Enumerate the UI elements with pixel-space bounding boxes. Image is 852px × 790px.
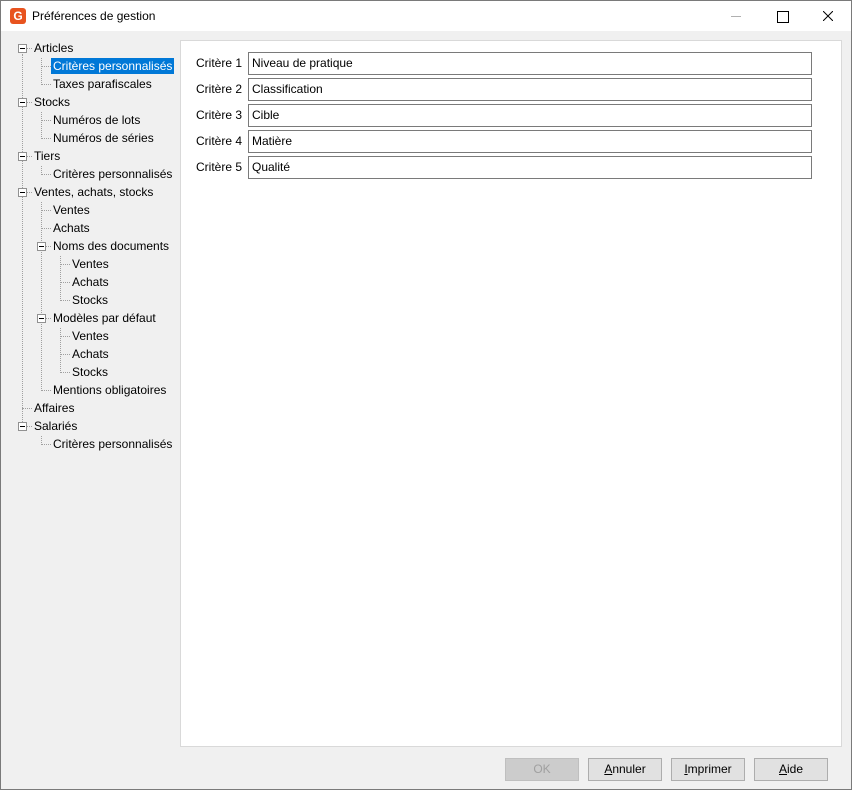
imprimer-label: mprimer (687, 762, 732, 776)
tree-item-noms-documents[interactable]: Noms des documents (51, 238, 171, 254)
minimize-button (713, 1, 759, 31)
close-button[interactable] (805, 1, 851, 31)
tree-item-noms-ventes[interactable]: Ventes (70, 256, 111, 272)
critere-1-label: Critère 1 (196, 56, 243, 70)
tree-item-modeles-ventes[interactable]: Ventes (70, 328, 111, 344)
tree-item-articles-criteres[interactable]: Critères personnalisés (51, 58, 175, 74)
ventes-achats-stocks-expander[interactable] (18, 188, 27, 197)
tree-item-affaires[interactable]: Affaires (32, 400, 76, 416)
criteria-panel: Critère 1 Niveau de pratique Critère 2 C… (180, 40, 842, 747)
articles-expander[interactable] (18, 44, 27, 53)
tree-item-mentions-obligatoires[interactable]: Mentions obligatoires (51, 382, 168, 398)
aide-mnemonic: A (778, 762, 787, 776)
tiers-expander[interactable] (18, 152, 27, 161)
maximize-button[interactable] (759, 1, 805, 31)
tree-item-noms-achats[interactable]: Achats (70, 274, 111, 290)
salaries-expander[interactable] (18, 422, 27, 431)
critere-2-field[interactable]: Classification (248, 78, 812, 101)
critere-5-field[interactable]: Qualité (248, 156, 812, 179)
stocks-expander[interactable] (18, 98, 27, 107)
preferences-window: G Préférences de gestion Articles Critèr… (0, 0, 852, 790)
ok-button[interactable]: OK (505, 758, 579, 781)
critere-2-label: Critère 2 (196, 82, 243, 96)
tree-item-stocks[interactable]: Stocks (32, 94, 72, 110)
tree-item-salaries-criteres[interactable]: Critères personnalisés (51, 436, 174, 452)
critere-3-label: Critère 3 (196, 108, 243, 122)
tree-item-salaries[interactable]: Salariés (32, 418, 79, 434)
critere-3-field[interactable]: Cible (248, 104, 812, 127)
annuler-button[interactable]: Annuler (588, 758, 662, 781)
navigation-tree: Articles Critères personnalisés Taxes pa… (8, 37, 175, 737)
tree-item-modeles-achats[interactable]: Achats (70, 346, 111, 362)
tree-item-ventes[interactable]: Ventes (51, 202, 92, 218)
tree-item-numeros-series[interactable]: Numéros de séries (51, 130, 156, 146)
aide-button[interactable]: Aide (754, 758, 828, 781)
tree-item-achats[interactable]: Achats (51, 220, 92, 236)
app-logo-icon: G (10, 8, 26, 24)
aide-label: ide (787, 762, 804, 776)
imprimer-button[interactable]: Imprimer (671, 758, 745, 781)
tree-item-ventes-achats-stocks[interactable]: Ventes, achats, stocks (32, 184, 155, 200)
window-title: Préférences de gestion (32, 9, 156, 23)
tree-item-articles[interactable]: Articles (32, 40, 75, 56)
title-bar: G Préférences de gestion (1, 1, 851, 31)
annuler-label: nnuler (612, 762, 646, 776)
tree-item-tiers[interactable]: Tiers (32, 148, 62, 164)
noms-documents-expander[interactable] (37, 242, 46, 251)
tree-item-modeles-stocks[interactable]: Stocks (70, 364, 110, 380)
critere-1-field[interactable]: Niveau de pratique (248, 52, 812, 75)
critere-4-field[interactable]: Matière (248, 130, 812, 153)
tree-item-modeles-defaut[interactable]: Modèles par défaut (51, 310, 158, 326)
close-icon (823, 11, 833, 21)
tree-item-numeros-lots[interactable]: Numéros de lots (51, 112, 142, 128)
tree-item-taxes-parafiscales[interactable]: Taxes parafiscales (51, 76, 154, 92)
tree-item-tiers-criteres[interactable]: Critères personnalisés (51, 166, 174, 182)
tree-item-noms-stocks[interactable]: Stocks (70, 292, 110, 308)
critere-5-label: Critère 5 (196, 160, 243, 174)
critere-4-label: Critère 4 (196, 134, 243, 148)
modeles-defaut-expander[interactable] (37, 314, 46, 323)
